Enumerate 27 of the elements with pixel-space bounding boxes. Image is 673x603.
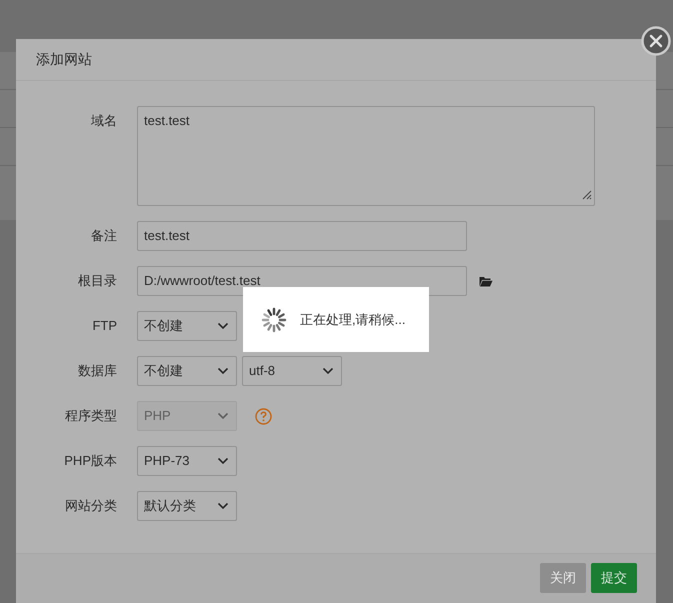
loading-message: 正在处理,请稍候... xyxy=(300,310,406,328)
resize-grip-icon[interactable] xyxy=(580,188,592,200)
dialog-title: 添加网站 xyxy=(36,50,92,68)
select-dropdown[interactable]: 不创建 xyxy=(137,311,237,341)
chevron-down-icon xyxy=(322,367,334,375)
field-label: 备注 xyxy=(90,227,117,245)
field-label: 根目录 xyxy=(77,272,117,290)
field-label: 数据库 xyxy=(77,362,117,380)
field-label: FTP xyxy=(91,317,117,335)
chevron-down-icon xyxy=(217,367,229,375)
field-label: 程序类型 xyxy=(64,407,117,425)
select-dropdown[interactable]: 不创建 xyxy=(137,356,237,386)
field-label: 域名 xyxy=(90,112,117,130)
close-icon[interactable] xyxy=(641,26,671,56)
chevron-down-icon xyxy=(217,412,229,420)
field-label: PHP版本 xyxy=(63,452,117,470)
domain-textarea[interactable]: test.test xyxy=(137,106,595,206)
field-label: 网站分类 xyxy=(64,497,117,515)
folder-icon[interactable] xyxy=(479,276,493,286)
input-field[interactable]: test.test xyxy=(137,221,467,251)
chevron-down-icon xyxy=(217,502,229,510)
select-dropdown[interactable]: PHP-73 xyxy=(137,446,237,476)
submit-button[interactable]: 提交 xyxy=(591,563,637,593)
select-dropdown[interactable]: utf-8 xyxy=(242,356,342,386)
chevron-down-icon xyxy=(217,457,229,465)
select-dropdown[interactable]: 默认分类 xyxy=(137,491,237,521)
chevron-down-icon xyxy=(217,322,229,330)
